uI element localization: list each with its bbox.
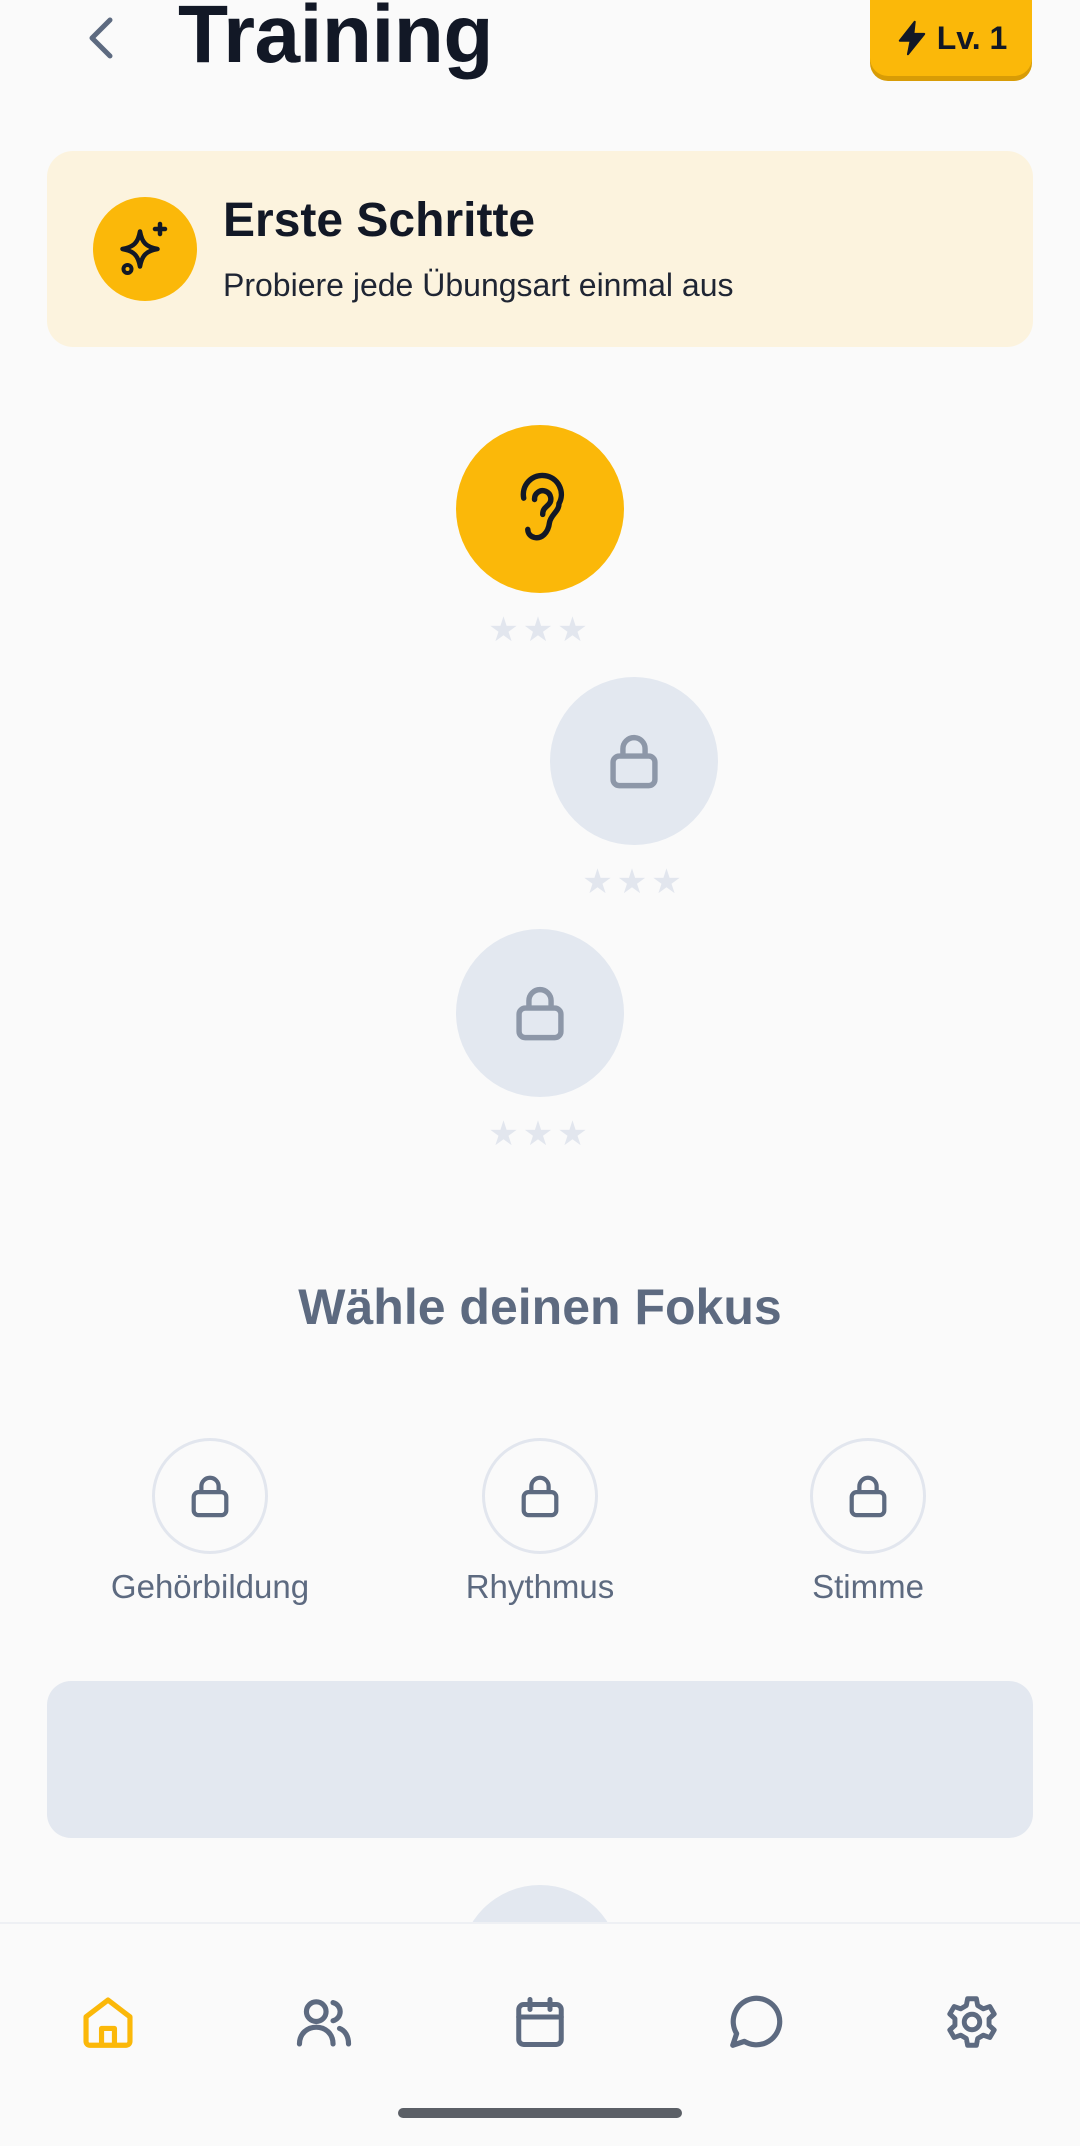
- focus-label: Rhythmus: [465, 1568, 615, 1605]
- nav-community[interactable]: [274, 1972, 374, 2072]
- users-icon: [296, 1999, 352, 2047]
- nav-home[interactable]: [58, 1972, 158, 2072]
- nav-calendar[interactable]: [490, 1972, 590, 2072]
- focus-label: Stimme: [812, 1568, 924, 1605]
- home-icon: [83, 1997, 133, 2048]
- ear-icon: [520, 472, 565, 541]
- lock-icon: [516, 986, 564, 1041]
- focus-circle: [482, 1438, 598, 1554]
- path-node-3-stars: ★★★: [488, 1115, 592, 1153]
- home-indicator: [398, 2108, 682, 2118]
- focus-circle: [810, 1438, 926, 1554]
- chevron-left-icon: [89, 17, 113, 59]
- focus-circle: [152, 1438, 268, 1554]
- focus-heading: Wähle deinen Fokus: [298, 1279, 782, 1335]
- challenge-subtitle: Probiere jede Übungsart einmal aus: [223, 267, 734, 303]
- path-node-1-stars: ★★★: [488, 611, 592, 649]
- level-label: Lv. 1: [936, 19, 1008, 56]
- path-node-1[interactable]: [456, 425, 624, 593]
- challenge-title: Erste Schritte: [223, 194, 536, 247]
- focus-label: Gehörbildung: [110, 1568, 310, 1605]
- focus-item-gehoerbildung[interactable]: Gehörbildung: [80, 1438, 340, 1606]
- path-node-2[interactable]: [550, 677, 718, 845]
- nav-chat[interactable]: [706, 1972, 806, 2072]
- path-node-2-stars: ★★★: [582, 863, 686, 901]
- lock-icon: [849, 1475, 887, 1518]
- lightning-icon: [898, 20, 925, 56]
- challenge-icon-badge: [93, 197, 197, 301]
- calendar-icon: [516, 1997, 564, 2047]
- nav-settings[interactable]: [922, 1972, 1022, 2072]
- challenge-card[interactable]: Erste Schritte Probiere jede Übungsart e…: [47, 151, 1033, 347]
- back-button[interactable]: [76, 10, 126, 66]
- page-title: Training: [178, 0, 493, 80]
- level-badge[interactable]: Lv. 1: [870, 0, 1032, 76]
- chat-icon: [730, 1995, 783, 2048]
- lock-icon: [521, 1475, 559, 1518]
- sparkles-icon: [120, 221, 168, 275]
- settings-icon: [947, 1996, 997, 2048]
- focus-item-rhythmus[interactable]: Rhythmus: [410, 1438, 670, 1606]
- lock-icon: [191, 1475, 229, 1518]
- lock-icon: [610, 734, 658, 789]
- path-node-3[interactable]: [456, 929, 624, 1097]
- placeholder-card: [47, 1681, 1033, 1838]
- focus-item-stimme[interactable]: Stimme: [738, 1438, 998, 1606]
